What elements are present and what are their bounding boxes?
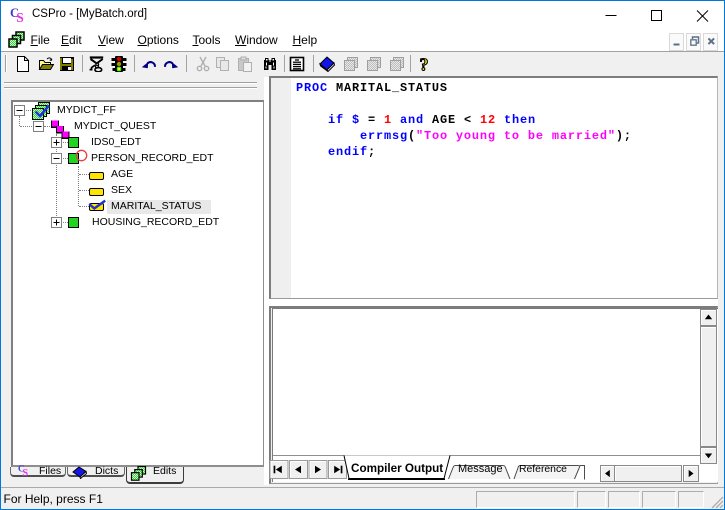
svg-text:?: ? [420,56,429,72]
